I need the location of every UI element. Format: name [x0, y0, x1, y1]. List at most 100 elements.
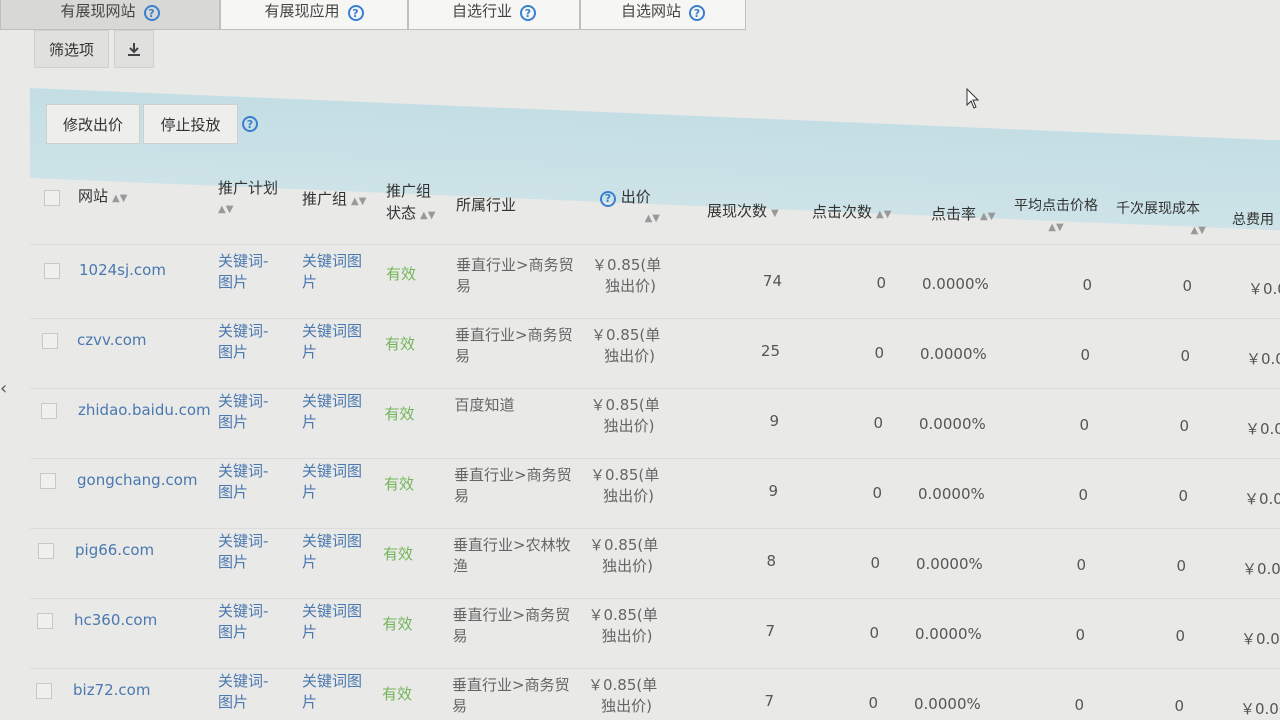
plan-link[interactable]: 关键词- 图片	[218, 251, 268, 293]
download-button[interactable]	[114, 30, 154, 68]
row-checkbox[interactable]	[37, 613, 53, 629]
tab-bar: 有展现网站 ? 有展现应用 ? 自选行业 ? 自选网站 ?	[0, 0, 746, 30]
column-header-plan[interactable]: 推广计划 ▲▼	[218, 177, 278, 221]
row-checkbox[interactable]	[36, 683, 52, 699]
clicks-cell: 0	[869, 624, 879, 642]
column-header-group-status[interactable]: 推广组 状态 ▲▼	[386, 180, 435, 227]
column-header-avg-cpc[interactable]: 平均点击价格 ▲▼	[1008, 194, 1104, 239]
website-link[interactable]: pig66.com	[75, 540, 154, 561]
industry-cell: 垂直行业>商务贸易	[455, 326, 573, 365]
industry-cell: 垂直行业>农林牧渔	[453, 536, 571, 575]
website-link[interactable]: zhidao.baidu.com	[78, 400, 211, 421]
download-icon	[128, 43, 140, 56]
row-checkbox[interactable]	[44, 263, 60, 279]
group-link[interactable]: 关键词图片	[302, 461, 362, 503]
industry-cell: 垂直行业>商务贸易	[456, 256, 574, 295]
row-divider	[30, 318, 1280, 319]
column-header-total-cost: 总费用	[1232, 212, 1274, 228]
help-icon[interactable]: ?	[347, 5, 364, 21]
group-link[interactable]: 关键词图片	[302, 671, 362, 713]
ctr-cell: 0.0000%	[916, 555, 983, 573]
row-checkbox[interactable]	[41, 403, 57, 419]
help-icon[interactable]: ?	[689, 5, 705, 21]
bid-cell[interactable]: ￥0.85(单 独出价)	[590, 465, 659, 507]
clicks-cell: 0	[876, 274, 886, 292]
column-header-cpm[interactable]: 千次展现成本 ▲▼	[1110, 197, 1206, 242]
avg-cpc-cell: 0	[1075, 626, 1085, 644]
total-cost-cell: ￥0.00	[1242, 560, 1280, 578]
bid-cell[interactable]: ￥0.85(单 独出价)	[589, 535, 658, 577]
stop-delivery-button[interactable]: 停止投放	[143, 104, 238, 144]
select-all-checkbox[interactable]	[44, 190, 60, 206]
website-link[interactable]: gongchang.com	[77, 470, 198, 491]
tab-custom-sites[interactable]: 自选网站 ?	[580, 0, 746, 30]
row-checkbox[interactable]	[42, 333, 58, 349]
column-header-group[interactable]: 推广组 ▲▼	[302, 188, 366, 213]
industry-cell: 垂直行业>商务贸易	[452, 676, 570, 715]
bid-cell[interactable]: ￥0.85(单 独出价)	[588, 675, 657, 717]
ctr-cell: 0.0000%	[922, 275, 989, 293]
total-cost-cell: ￥0.00	[1240, 700, 1280, 718]
modify-bid-button[interactable]: 修改出价	[46, 104, 140, 144]
tab-custom-industry[interactable]: 自选行业 ?	[408, 0, 580, 30]
row-checkbox[interactable]	[38, 543, 54, 559]
column-header-website[interactable]: 网站 ▲▼	[78, 185, 127, 210]
group-link[interactable]: 关键词图片	[302, 391, 362, 433]
group-link[interactable]: 关键词图片	[302, 321, 362, 363]
plan-link[interactable]: 关键词- 图片	[218, 531, 268, 573]
cpm-cell: 0	[1175, 627, 1185, 645]
status-badge: 有效	[384, 405, 415, 423]
tab-label: 自选行业	[451, 2, 512, 20]
cpm-cell: 0	[1179, 417, 1189, 435]
help-icon[interactable]: ?	[520, 5, 536, 21]
help-icon[interactable]: ?	[143, 5, 160, 21]
status-badge: 有效	[386, 265, 417, 283]
bid-cell[interactable]: ￥0.85(单 独出价)	[589, 605, 658, 647]
cpm-cell: 0	[1180, 347, 1190, 365]
header-divider	[30, 244, 1280, 245]
column-header-ctr[interactable]: 点击率 ▲▼	[931, 203, 995, 228]
row-checkbox[interactable]	[40, 473, 56, 489]
bid-cell[interactable]: ￥0.85(单 独出价)	[591, 325, 660, 367]
total-cost-cell: ￥0.00	[1246, 350, 1280, 368]
group-link[interactable]: 关键词图片	[302, 601, 362, 643]
plan-link[interactable]: 关键词- 图片	[218, 671, 268, 713]
website-link[interactable]: hc360.com	[74, 610, 157, 631]
plan-link[interactable]: 关键词- 图片	[218, 461, 268, 503]
industry-cell: 百度知道	[454, 396, 515, 414]
impressions-cell: 74	[762, 272, 782, 290]
tab-apps-with-impressions[interactable]: 有展现应用 ?	[220, 0, 408, 30]
row-divider	[30, 598, 1280, 599]
mouse-cursor-icon	[966, 88, 980, 109]
clicks-cell: 0	[874, 344, 884, 362]
tab-label: 有展现网站	[60, 2, 136, 20]
tab-sites-with-impressions[interactable]: 有展现网站 ?	[0, 0, 220, 30]
website-link[interactable]: 1024sj.com	[79, 260, 166, 281]
total-cost-cell: ￥0.00	[1241, 630, 1280, 648]
avg-cpc-cell: 0	[1079, 416, 1089, 434]
plan-link[interactable]: 关键词- 图片	[218, 601, 268, 643]
row-divider	[30, 668, 1280, 669]
chevron-left-icon[interactable]: ‹	[0, 378, 7, 399]
total-cost-cell: ￥0.0	[1245, 420, 1280, 438]
filter-button[interactable]: 筛选项	[34, 30, 109, 68]
impressions-cell: 9	[769, 412, 779, 430]
help-icon[interactable]: ?	[600, 190, 616, 207]
plan-link[interactable]: 关键词- 图片	[218, 391, 268, 433]
group-link[interactable]: 关键词图片	[302, 531, 362, 573]
plan-link[interactable]: 关键词- 图片	[218, 321, 268, 363]
industry-cell: 垂直行业>商务贸易	[452, 606, 571, 645]
group-link[interactable]: 关键词图片	[302, 251, 362, 293]
help-icon[interactable]: ?	[242, 116, 258, 132]
bid-cell[interactable]: ￥0.85(单 独出价)	[591, 395, 660, 437]
impressions-cell: 25	[760, 342, 780, 360]
website-link[interactable]: czvv.com	[77, 330, 147, 351]
bid-cell[interactable]: ￥0.85(单 独出价)	[592, 255, 661, 297]
status-badge: 有效	[384, 475, 415, 493]
website-link[interactable]: biz72.com	[73, 680, 150, 701]
avg-cpc-cell: 0	[1076, 556, 1086, 574]
column-header-clicks[interactable]: 点击次数 ▲▼	[812, 201, 891, 226]
column-header-bid[interactable]: ? 出价 ▲▼	[600, 186, 660, 230]
ctr-cell: 0.0000%	[919, 415, 986, 433]
column-header-impressions[interactable]: 展现次数 ▼	[707, 200, 779, 225]
